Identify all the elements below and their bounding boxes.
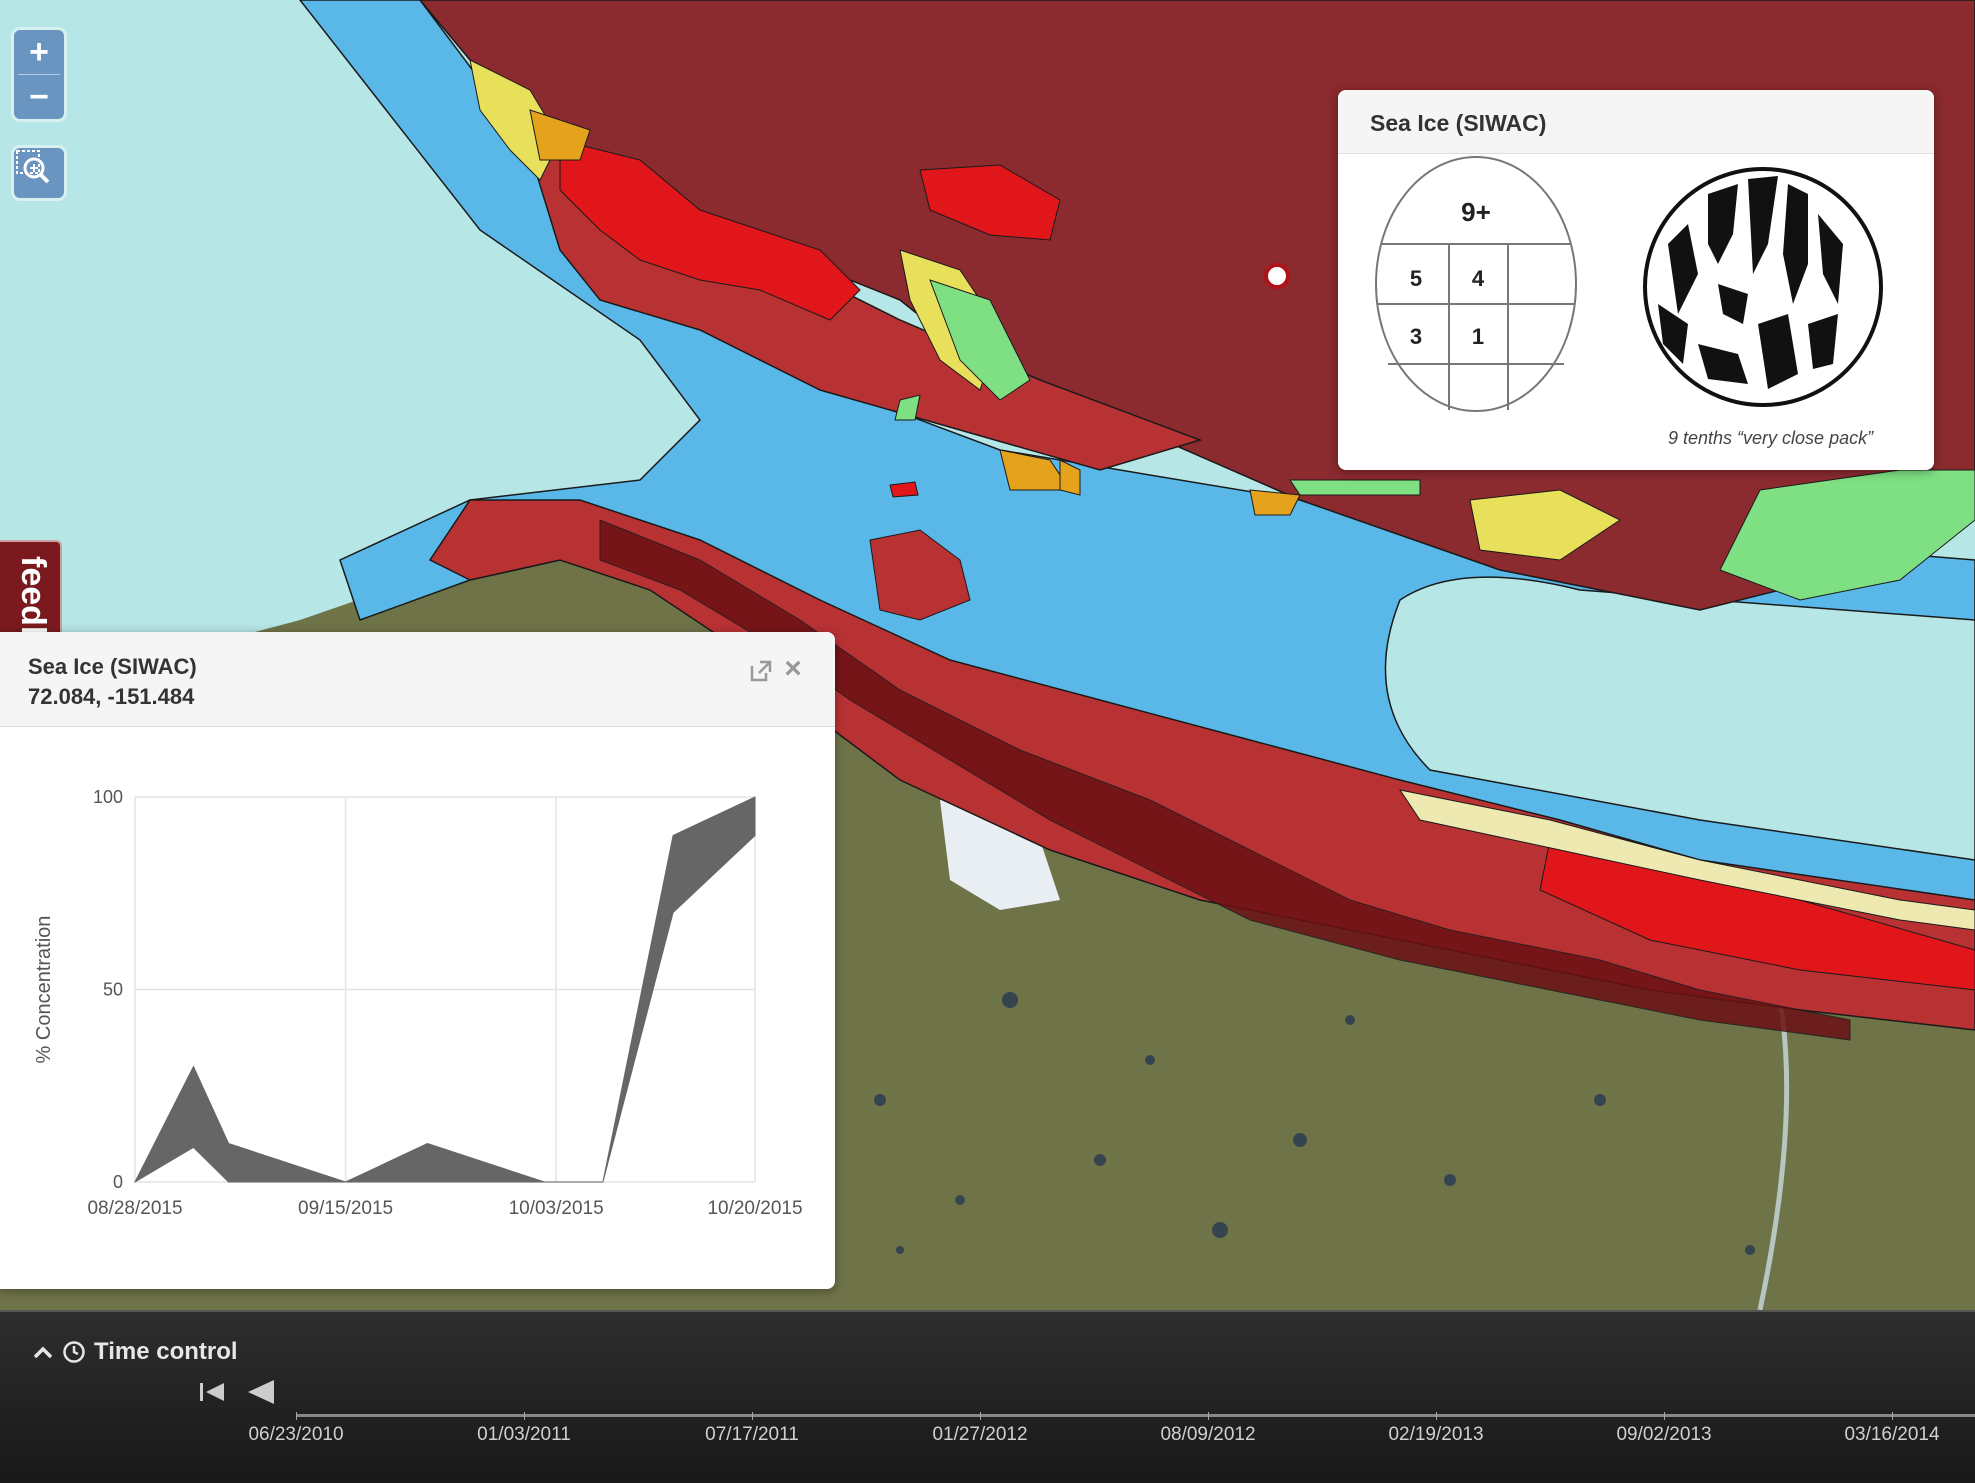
- feedback-label: feedback: [14, 556, 52, 639]
- legend-title: Sea Ice (SIWAC): [1338, 90, 1934, 154]
- egg-row2-right: 1: [1472, 324, 1484, 349]
- time-control-title: Time control: [94, 1338, 238, 1365]
- y-axis-label: % Concentration: [33, 916, 55, 1064]
- chevron-up-icon: [33, 1346, 53, 1359]
- x-tick-label: 10/03/2015: [509, 1198, 604, 1219]
- y-tick-label: 50: [103, 980, 123, 1000]
- y-tick-label: 0: [113, 1172, 123, 1192]
- time-control-toggle[interactable]: Time control: [32, 1338, 238, 1366]
- timeline-axis[interactable]: [296, 1414, 1975, 1417]
- selected-point: [1264, 263, 1290, 289]
- y-tick-label: 100: [93, 787, 123, 807]
- timeline-tick: [1208, 1412, 1209, 1420]
- skip-to-start-icon[interactable]: [196, 1376, 228, 1408]
- x-tick-label: 09/15/2015: [298, 1198, 393, 1219]
- clock-icon: [63, 1341, 85, 1363]
- chart-popup-coordinates: 72.084, -151.484: [28, 684, 195, 709]
- zoom-box-icon: [16, 150, 50, 184]
- x-tick-label: 10/20/2015: [707, 1198, 802, 1219]
- timeline-tick: [1436, 1412, 1437, 1420]
- timeline-date-label[interactable]: 01/03/2011: [477, 1424, 571, 1446]
- x-tick-label: 08/28/2015: [87, 1198, 182, 1219]
- timeline-tick: [1892, 1412, 1893, 1420]
- zoom-out-button[interactable]: −: [14, 75, 64, 119]
- ice-red-3: [889, 481, 919, 498]
- legend-caption: 9 tenths “very close pack”: [1668, 428, 1874, 448]
- popout-icon[interactable]: [748, 658, 774, 684]
- egg-row1-right: 4: [1472, 266, 1485, 291]
- timeline-tick: [524, 1412, 525, 1420]
- timeline-date-label[interactable]: 01/27/2012: [932, 1424, 1027, 1446]
- egg-code-diagram: 9+ 5 4 3 1: [1375, 156, 1883, 412]
- zoom-box-button[interactable]: [14, 148, 64, 198]
- close-icon[interactable]: ×: [778, 654, 808, 684]
- timeline-tick: [296, 1412, 297, 1420]
- chart-popup: Sea Ice (SIWAC) 72.084, -151.484 × 0 50 10…: [0, 632, 835, 1289]
- timeline-date-label[interactable]: 03/16/2014: [1844, 1424, 1939, 1446]
- chart-header: Sea Ice (SIWAC) 72.084, -151.484 ×: [0, 632, 835, 727]
- timeline-date-label[interactable]: 07/17/2011: [705, 1424, 799, 1446]
- egg-row2-left: 3: [1410, 324, 1422, 349]
- timeline-date-label[interactable]: 02/19/2013: [1388, 1424, 1483, 1446]
- feedback-tab[interactable]: feedback: [0, 540, 62, 639]
- timeline-date-label[interactable]: 06/23/2010: [248, 1424, 343, 1446]
- timeline-date-label[interactable]: 08/09/2012: [1160, 1424, 1255, 1446]
- concentration-chart: 0 50 100 08/28/2015 09/15/2015 10/03/2015 10/2…: [33, 787, 803, 1219]
- timeline-tick: [1664, 1412, 1665, 1420]
- timeline-tick: [980, 1412, 981, 1420]
- concentration-circle-icon: [1643, 167, 1883, 407]
- legend-popup: Sea Ice (SIWAC) 9+ 5 4 3 1 9 tenths “ver…: [1338, 90, 1934, 470]
- zoom-in-button[interactable]: +: [14, 30, 64, 74]
- time-control-bar: Time control 06/23/2010 01/03/2011 07/17/2…: [0, 1310, 1975, 1483]
- step-back-icon[interactable]: [244, 1376, 278, 1408]
- ice-green-4: [1289, 479, 1421, 496]
- timeline-date-label[interactable]: 09/02/2013: [1616, 1424, 1711, 1446]
- timeline-tick: [752, 1412, 753, 1420]
- egg-top: 9+: [1461, 197, 1491, 227]
- chart-popup-title: Sea Ice (SIWAC): [28, 654, 197, 679]
- zoom-control: + −: [14, 30, 64, 119]
- egg-row1-left: 5: [1410, 266, 1422, 291]
